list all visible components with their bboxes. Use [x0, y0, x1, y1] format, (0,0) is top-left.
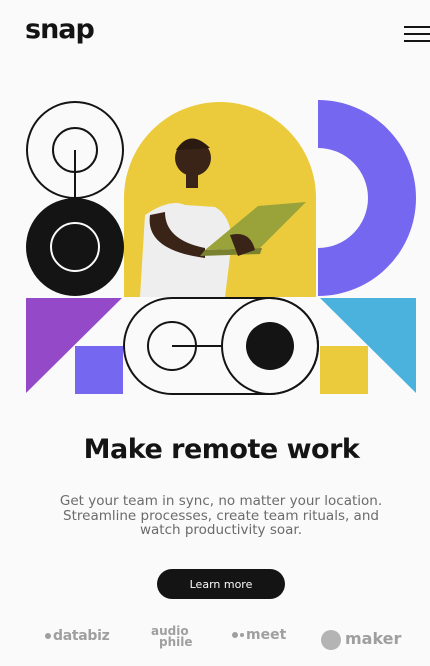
client-logo-databiz: databiz: [45, 628, 110, 644]
menu-line: [404, 33, 430, 35]
black-disc: [26, 198, 124, 296]
hamburger-menu-button[interactable]: [400, 24, 430, 44]
client-logos: databiz audio phile meet maker: [0, 620, 430, 660]
menu-line: [404, 40, 430, 42]
hero-description: Get your team in sync, no matter your lo…: [59, 493, 383, 538]
pill-black-dot: [246, 322, 294, 370]
purple-square: [75, 346, 123, 394]
site-header: snap: [0, 0, 430, 70]
hero-illustration: [0, 95, 430, 400]
client-logo-audiophile: audio phile: [151, 624, 193, 649]
yellow-square: [320, 346, 368, 394]
hero-headline: Make remote work: [83, 434, 360, 465]
client-logo-maker: maker: [321, 629, 401, 650]
site-logo[interactable]: snap: [25, 14, 95, 45]
meet-dots-icon: [232, 632, 238, 638]
client-logo-meet: meet: [232, 627, 286, 643]
learn-more-button[interactable]: Learn more: [157, 569, 285, 599]
databiz-dot-icon: [45, 633, 51, 639]
hero-graphic: [26, 100, 416, 395]
purple-half-ring: [318, 100, 416, 296]
maker-swirl-icon: [321, 629, 341, 650]
menu-line: [404, 26, 430, 28]
